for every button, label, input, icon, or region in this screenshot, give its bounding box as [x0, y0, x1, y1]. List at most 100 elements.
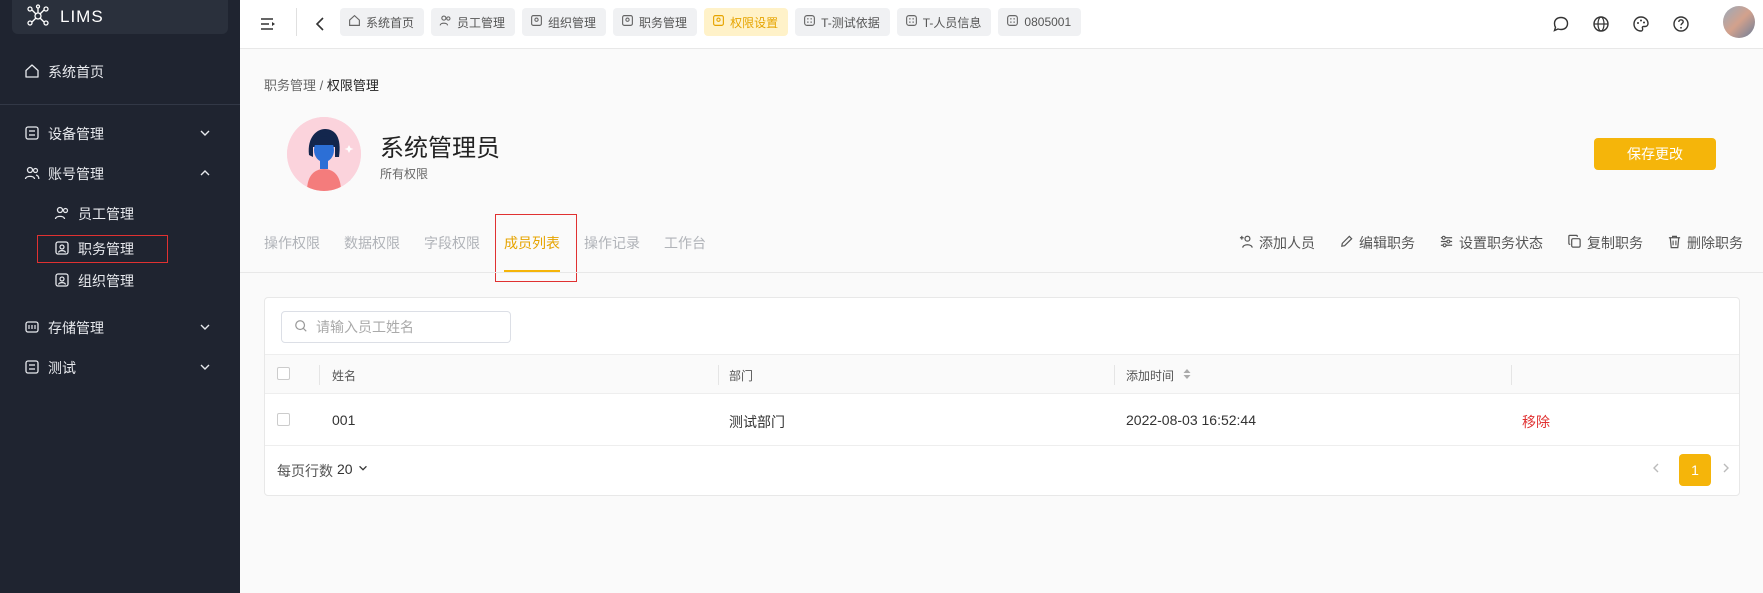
role-subtitle: 所有权限: [380, 167, 429, 181]
rows-per-page-select[interactable]: 20: [337, 461, 369, 477]
tab-organization[interactable]: 组织管理: [522, 8, 607, 36]
row-checkbox[interactable]: [277, 413, 290, 426]
sidebar-subitem-organization[interactable]: 组织管理: [0, 266, 240, 296]
column-header-name: 姓名: [332, 369, 357, 383]
globe-icon[interactable]: [1589, 12, 1613, 36]
role-title: 系统管理员: [380, 135, 500, 162]
column-separator: [718, 365, 719, 385]
chevron-down-icon: [198, 320, 212, 337]
tab-workbench[interactable]: 工作台: [664, 233, 706, 253]
app-name: LIMS: [60, 7, 104, 26]
rows-per-page-label: 每页行数: [277, 463, 333, 479]
next-page-icon[interactable]: [1721, 461, 1731, 478]
back-icon[interactable]: [308, 12, 332, 36]
tab-data-permissions[interactable]: 数据权限: [344, 233, 400, 253]
id-badge-icon: [54, 240, 70, 259]
tab-staff[interactable]: 员工管理: [431, 8, 516, 36]
breadcrumb-separator: /: [316, 78, 327, 93]
search-icon: [294, 319, 308, 336]
sidebar-subitem-label: 职务管理: [78, 241, 134, 257]
sidebar-item-accounts[interactable]: 账号管理: [0, 157, 240, 191]
delete-role-button[interactable]: 删除职务: [1667, 233, 1743, 253]
message-icon[interactable]: [1549, 12, 1573, 36]
sidebar-item-label: 账号管理: [48, 166, 104, 182]
breadcrumb: 职务管理 / 权限管理: [264, 75, 379, 94]
member-table-card: 姓名 部门 添加时间 001 测试部门 2022-08-03 16:52:44 …: [264, 297, 1740, 496]
tab-field-permissions[interactable]: 字段权限: [424, 233, 480, 253]
column-separator: [1114, 365, 1115, 385]
users-icon: [439, 14, 452, 30]
column-separator: [319, 365, 320, 385]
app-logo[interactable]: LIMS: [12, 0, 228, 34]
collapse-menu-icon[interactable]: [256, 12, 280, 36]
pagination: 每页行数 20 1: [265, 446, 1739, 496]
sidebar-subitem-staff[interactable]: 员工管理: [0, 199, 240, 229]
breadcrumb-current: 权限管理: [326, 78, 379, 93]
copy-role-button[interactable]: 复制职务: [1567, 233, 1643, 253]
edit-icon: [1339, 234, 1354, 252]
action-label: 删除职务: [1687, 235, 1743, 251]
home-icon: [348, 14, 361, 30]
trash-icon: [1667, 234, 1682, 252]
logo-icon: [26, 3, 50, 31]
cell-name: 001: [332, 412, 356, 428]
copy-icon: [1567, 234, 1582, 252]
palette-icon[interactable]: [1629, 12, 1653, 36]
save-changes-button[interactable]: 保存更改: [1594, 138, 1716, 170]
search-box: [281, 311, 511, 343]
chevron-down-icon: [198, 360, 212, 377]
sidebar-subitem-positions[interactable]: 职务管理: [37, 235, 168, 263]
tab-bar: 系统首页 员工管理 组织管理 职务管理 权限设置 T-测试依据 T-人员信息 0…: [340, 8, 1082, 36]
tab-label: 组织管理: [548, 15, 597, 30]
chevron-up-icon: [198, 166, 212, 183]
edit-role-button[interactable]: 编辑职务: [1339, 233, 1415, 253]
table-header: 姓名 部门 添加时间: [265, 354, 1739, 394]
sidebar-item-equipment[interactable]: 设备管理: [0, 117, 240, 151]
topbar: 系统首页 员工管理 组织管理 职务管理 权限设置 T-测试依据 T-人员信息 0…: [240, 0, 1763, 49]
sidebar-item-test[interactable]: 测试: [0, 351, 240, 385]
cell-department: 测试部门: [729, 414, 785, 430]
storage-icon: [24, 319, 40, 338]
remove-member-link[interactable]: 移除: [1522, 412, 1550, 432]
action-label: 编辑职务: [1359, 235, 1415, 251]
grid-icon: [24, 125, 40, 144]
sidebar-item-label: 存储管理: [48, 320, 104, 336]
sidebar: LIMS 系统首页 设备管理 账号管理 员工管理 职务管理 组织管理 存储管理 …: [0, 0, 240, 593]
tab-test-basis[interactable]: T-测试依据: [795, 8, 890, 36]
tab-permissions[interactable]: 权限设置: [704, 8, 789, 36]
sidebar-divider: [0, 104, 240, 105]
sort-icon[interactable]: [1182, 367, 1192, 384]
sidebar-item-storage[interactable]: 存储管理: [0, 311, 240, 345]
tab-home[interactable]: 系统首页: [340, 8, 425, 36]
rows-per-page-value: 20: [337, 461, 353, 477]
tab-0805001[interactable]: 0805001: [998, 8, 1082, 36]
tab-operation-log[interactable]: 操作记录: [584, 233, 640, 253]
tab-label: T-人员信息: [922, 15, 982, 30]
sliders-icon: [1439, 234, 1454, 252]
user-avatar[interactable]: [1723, 6, 1755, 38]
sidebar-item-home[interactable]: 系统首页: [0, 55, 240, 89]
column-header-department: 部门: [729, 369, 754, 383]
page-number-current[interactable]: 1: [1679, 454, 1711, 486]
breadcrumb-parent[interactable]: 职务管理: [264, 78, 316, 93]
grid-icon: [24, 359, 40, 378]
tab-label: 员工管理: [457, 15, 506, 30]
app-icon: [1006, 14, 1019, 30]
prev-page-icon[interactable]: [1651, 461, 1661, 478]
set-role-status-button[interactable]: 设置职务状态: [1439, 233, 1543, 253]
tab-operation-permissions[interactable]: 操作权限: [264, 233, 320, 253]
chevron-down-icon: [357, 461, 369, 477]
add-member-button[interactable]: 添加人员: [1239, 233, 1315, 253]
tab-label: T-测试依据: [821, 15, 880, 30]
tab-positions[interactable]: 职务管理: [613, 8, 698, 36]
table-row: 001 测试部门 2022-08-03 16:52:44 移除: [265, 394, 1739, 446]
help-icon[interactable]: [1669, 12, 1693, 36]
action-label: 复制职务: [1587, 235, 1643, 251]
column-header-added-time[interactable]: 添加时间: [1126, 367, 1174, 384]
tab-label: 职务管理: [639, 15, 688, 30]
select-all-checkbox[interactable]: [277, 367, 290, 380]
tab-personnel-info[interactable]: T-人员信息: [896, 8, 992, 36]
search-input[interactable]: [316, 319, 496, 335]
tab-label: 系统首页: [366, 15, 415, 30]
id-badge-icon: [530, 14, 543, 30]
